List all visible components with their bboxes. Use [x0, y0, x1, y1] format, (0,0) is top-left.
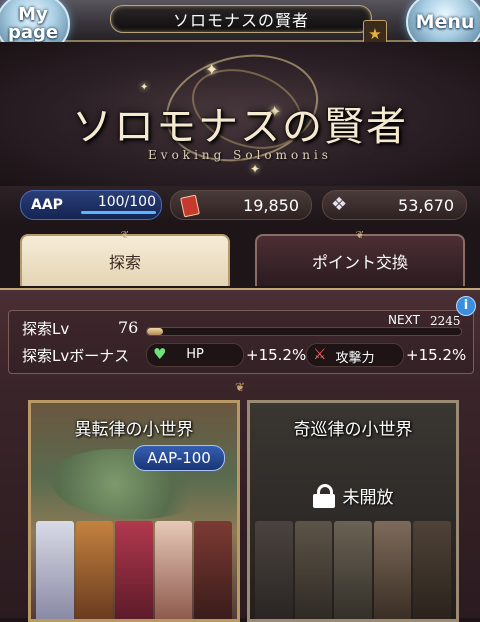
ornament-icon: ❦ — [355, 230, 365, 241]
ornament-icon: ❦ — [234, 380, 246, 394]
ticket-counter: 19,850 — [170, 190, 312, 220]
attack-bonus-value: +15.2% — [406, 346, 467, 364]
sparkle-icon: ✦ — [205, 60, 219, 79]
attack-bonus-name: 攻撃力 — [335, 351, 375, 366]
hp-bonus-pill: ♥ HP — [146, 343, 244, 367]
tab-point-exchange-label: ポイント交換 — [311, 253, 408, 272]
sparkle-icon: ✦ — [250, 162, 261, 176]
character-portrait — [373, 521, 412, 619]
banner-subtitle: Evoking Solomonis — [148, 148, 332, 162]
character-portrait — [36, 521, 74, 619]
hp-bonus-value: +15.2% — [246, 346, 307, 364]
banner-title: ソロモナスの賢者 — [72, 104, 408, 150]
aap-cost-badge: AAP-100 — [133, 445, 225, 471]
ornament-icon: ❦ — [120, 230, 130, 241]
level-progress-bar — [146, 327, 462, 336]
character-portrait — [194, 521, 232, 619]
character-portrait — [413, 521, 451, 619]
character-portrait — [75, 521, 114, 619]
info-icon[interactable]: i — [456, 296, 476, 316]
bonus-label: 探索Lvボーナス — [22, 347, 130, 365]
level-progress-fill — [147, 328, 163, 335]
locked-status: 未開放 — [342, 488, 394, 508]
crystal-counter: ❖ 53,670 — [322, 190, 467, 220]
event-banner: ✦ ✦ ✦ ✦ ソロモナスの賢者 Evoking Solomonis — [0, 42, 480, 188]
level-value: 76 — [118, 318, 139, 337]
character-portrait — [154, 521, 193, 619]
next-label: NEXT — [388, 313, 420, 327]
world-card-kijunritsu[interactable]: 奇巡律の小世界 未開放 — [247, 400, 459, 622]
attack-bonus-pill: ⚔ 攻撃力 — [306, 343, 404, 367]
character-portrait — [115, 521, 153, 619]
character-portraits — [254, 521, 452, 619]
world-name: 異転律の小世界 — [74, 420, 194, 440]
aap-label: AAP — [31, 197, 63, 213]
top-bar: My page ソロモナスの賢者 ★ Menu — [0, 0, 480, 54]
menu-label: Menu — [415, 11, 475, 33]
tab-point-exchange[interactable]: ❦ ポイント交換 — [255, 230, 465, 286]
world-name: 奇巡律の小世界 — [293, 420, 413, 440]
hp-bonus-name: HP — [186, 347, 204, 362]
character-portraits — [35, 521, 233, 619]
level-label: 探索Lv — [22, 320, 70, 338]
crystal-count: 53,670 — [398, 196, 454, 215]
character-portrait — [255, 521, 293, 619]
sparkle-icon: ✦ — [140, 82, 149, 93]
lock-icon — [312, 483, 335, 508]
character-portrait — [334, 521, 372, 619]
tab-explore-label: 探索 — [108, 253, 141, 272]
world-card-itenritsu[interactable]: 異転律の小世界 AAP-100 — [28, 400, 240, 622]
resource-bar: AAP 100/100 19,850 ❖ 53,670 — [0, 186, 480, 224]
aap-counter: AAP 100/100 — [20, 190, 162, 220]
next-value: 2245 — [430, 314, 461, 328]
aap-value: 100/100 — [97, 194, 156, 210]
aap-gauge — [81, 211, 156, 214]
mypage-label-line2: page — [7, 22, 59, 43]
crystal-icon: ❖ — [331, 194, 348, 215]
ticket-icon — [179, 194, 200, 218]
tab-bar: ❦ 探索 ❦ ポイント交換 — [0, 222, 480, 288]
world-select-section: ❦ 異転律の小世界 AAP-100 奇巡律の小世界 未開放 — [0, 380, 480, 622]
character-portrait — [294, 521, 333, 619]
tab-explore[interactable]: ❦ 探索 — [20, 230, 230, 286]
page-title: ソロモナスの賢者 — [110, 5, 372, 33]
locked-indicator: 未開放 — [250, 483, 456, 508]
ticket-count: 19,850 — [243, 196, 299, 215]
